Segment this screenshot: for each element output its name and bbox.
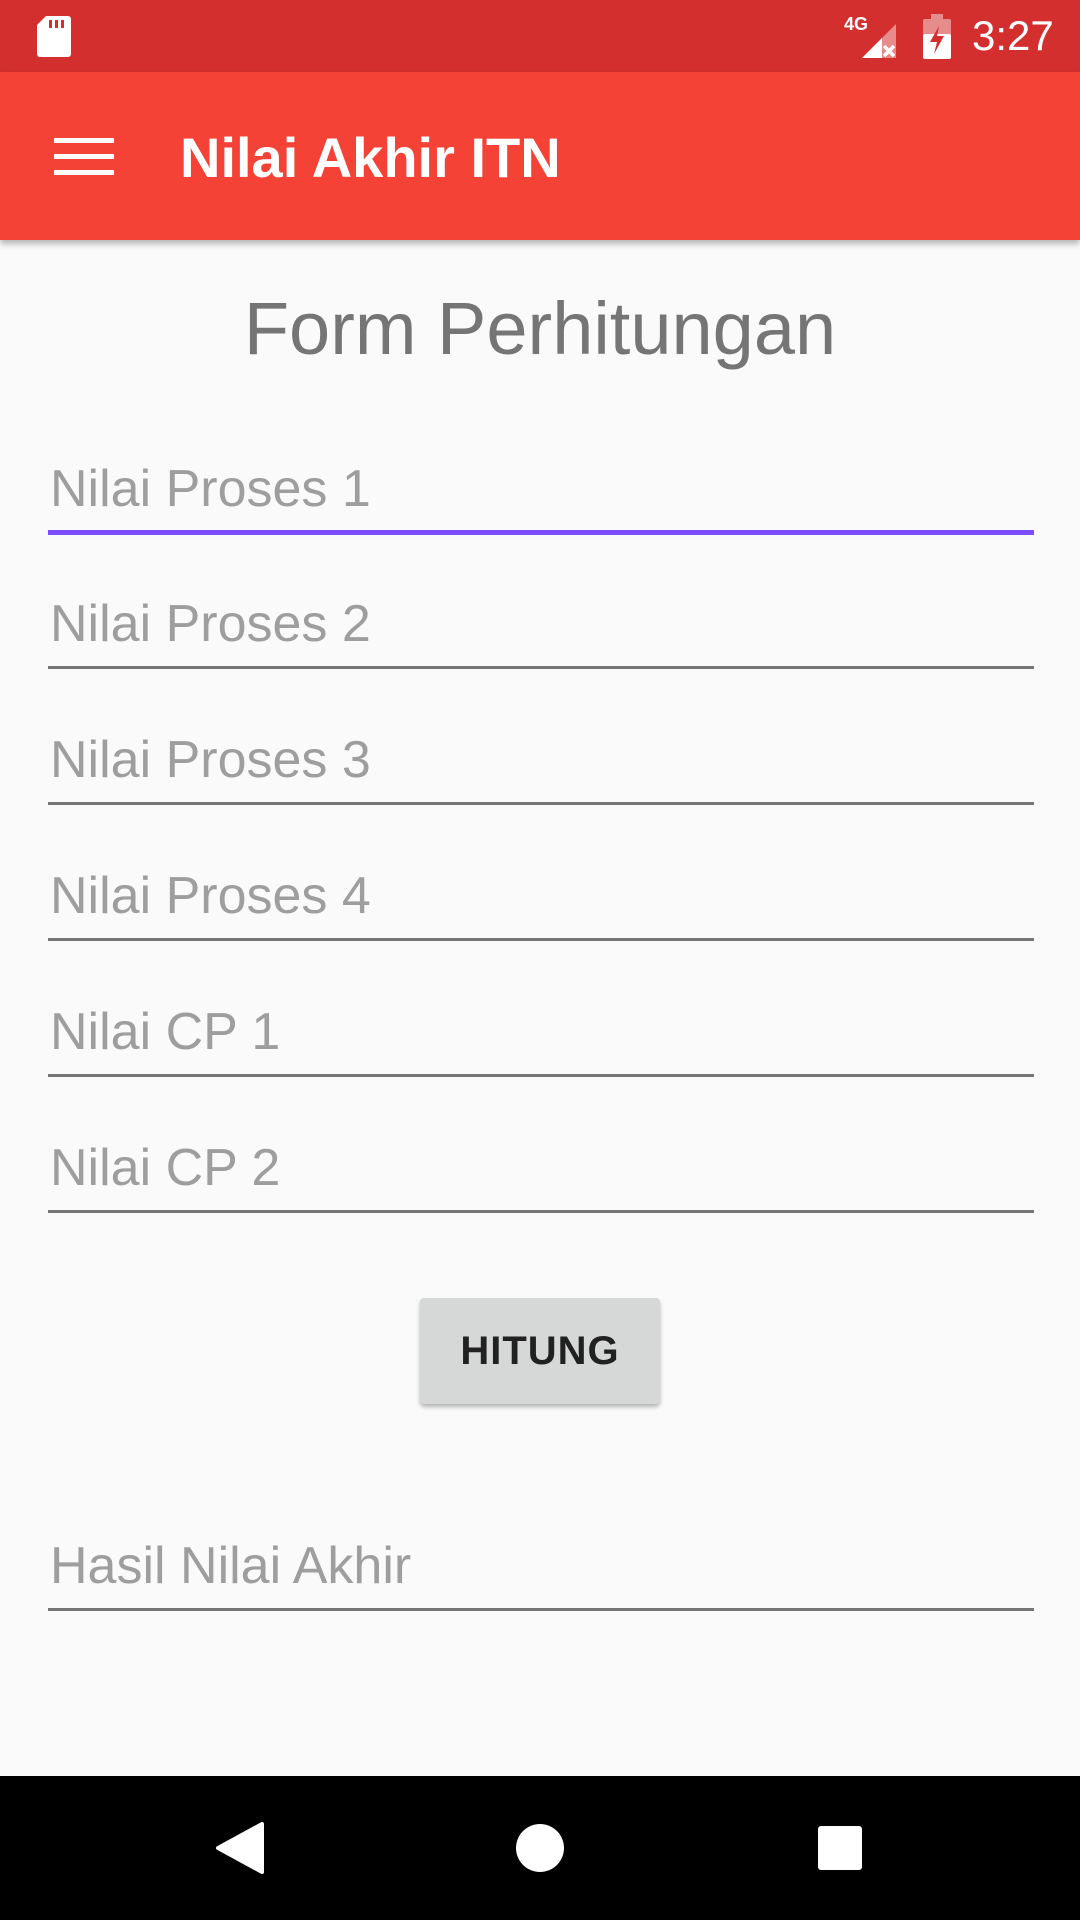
recents-button[interactable] bbox=[792, 1800, 888, 1896]
navigation-bar bbox=[0, 1776, 1080, 1920]
hasil-nilai-akhir-field[interactable] bbox=[48, 1524, 1034, 1611]
nilai-proses-3-input[interactable] bbox=[48, 718, 1034, 805]
back-button[interactable] bbox=[192, 1800, 288, 1896]
nilai-cp-1-input[interactable] bbox=[48, 990, 1034, 1077]
form-heading: Form Perhitungan bbox=[243, 287, 837, 370]
sd-card-icon bbox=[36, 14, 72, 58]
menu-button[interactable] bbox=[36, 108, 132, 204]
network-type-label: 4G bbox=[844, 14, 868, 34]
home-button[interactable] bbox=[492, 1800, 588, 1896]
nilai-proses-4-input[interactable] bbox=[48, 854, 1034, 941]
signal-no-data-icon: 4G bbox=[842, 12, 900, 60]
app-bar: Nilai Akhir ITN bbox=[0, 72, 1080, 240]
hitung-button[interactable]: HITUNG bbox=[420, 1298, 660, 1404]
battery-charging-icon bbox=[922, 14, 952, 60]
nilai-cp-2-input[interactable] bbox=[48, 1126, 1034, 1213]
nilai-proses-2-input[interactable] bbox=[48, 582, 1034, 669]
status-bar: 4G 3:27 bbox=[0, 0, 1080, 72]
nilai-proses-1-input[interactable] bbox=[48, 448, 1034, 535]
app-title: Nilai Akhir ITN bbox=[180, 126, 561, 189]
status-time: 3:27 bbox=[972, 12, 1054, 59]
